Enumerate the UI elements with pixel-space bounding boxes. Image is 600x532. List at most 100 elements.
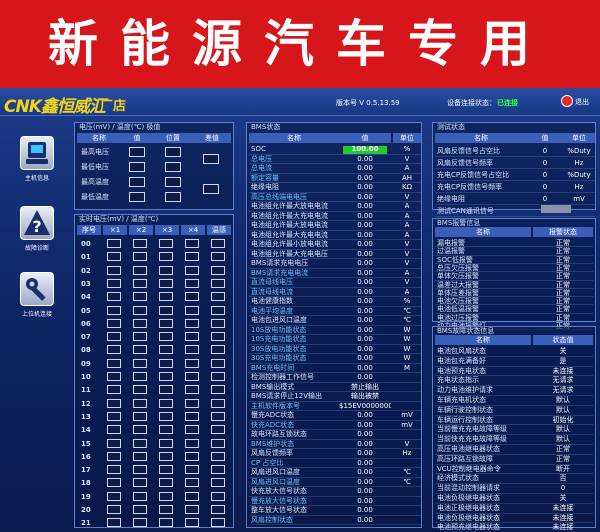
cell-row-index: 13 <box>81 412 91 421</box>
cell-value-field <box>107 518 121 528</box>
test-row-value: 0 <box>542 159 548 167</box>
bms-row-value: 0.00 <box>357 259 373 267</box>
cell-value-field <box>159 478 173 488</box>
cell-value-field <box>159 278 173 288</box>
cell-value-field <box>211 478 225 488</box>
cell-value-field <box>107 438 121 448</box>
cell-value-field <box>133 252 147 262</box>
cell-row-index: 12 <box>81 399 91 408</box>
bms-row-name: 电池组允许最大充电电压 <box>251 249 328 258</box>
alarm-col-header: 名称 <box>435 227 531 237</box>
extremes-row-label: 最低温度 <box>81 193 109 201</box>
bms-row-unit <box>393 402 421 412</box>
side-nav: 主机信息 ? 故障诊断 上位机连接 <box>0 116 70 532</box>
bms-row-name: 快充ADC状态 <box>251 420 295 429</box>
bms-row-name: 电池包进风口温度 <box>251 316 307 324</box>
bms-row-unit <box>393 430 421 440</box>
fault-row-value: 关 <box>559 347 567 355</box>
bms-row-name: 高压总线端电电压 <box>251 192 307 201</box>
cell-value-field <box>133 451 147 461</box>
bms-row-value: 0.00 <box>357 506 373 514</box>
cell-row-index: 06 <box>81 319 91 328</box>
value-field <box>129 177 145 187</box>
cell-value-field <box>107 318 121 328</box>
bms-row-unit: AH <box>401 173 413 182</box>
cell-value-field <box>211 505 225 514</box>
cell-row-index: 21 <box>81 519 91 528</box>
cell-value-field <box>185 425 199 435</box>
cell-value-field <box>211 278 225 288</box>
bms-row-name: 慢充ADC状态 <box>251 411 295 419</box>
bms-row-name: 风扇反馈频率 <box>251 449 293 457</box>
version-label: 版本号 V 0.5.13.59 <box>336 99 400 107</box>
test-row-unit: %Duty <box>567 171 591 179</box>
cell-value-field <box>133 372 147 381</box>
bms-row-value: 0.00 <box>357 515 373 524</box>
cell-value-field <box>211 425 225 435</box>
cell-value-field <box>185 491 199 501</box>
bms-row-value: 0.00 <box>357 268 373 277</box>
fault-row-name: 高压环路互锁故障 <box>437 454 493 463</box>
fault-row-name: 电池包充满备好 <box>437 356 486 365</box>
brand-logo: CNK鑫恒威汇 厂店 <box>4 92 194 117</box>
logo-text: CNK鑫恒威汇 <box>4 97 106 117</box>
cell-value-field <box>211 411 225 421</box>
cell-value-field <box>133 491 147 501</box>
bms-row-name: 检测控制器工作信号 <box>251 373 314 381</box>
app-window: CNK鑫恒威汇 厂店 版本号 V 0.5.13.59 设备连接状态： 已连接 退… <box>0 88 600 532</box>
cell-value-field <box>159 372 173 381</box>
cell-row-index: 20 <box>81 506 91 514</box>
bms-row-value: 0.00 <box>357 173 373 182</box>
nav-host-info[interactable]: 主机信息 <box>12 136 62 182</box>
bms-row-name: 故电环路互锁状态 <box>251 430 307 438</box>
bms-row-name: 电池组允许最大放电电流 <box>251 202 328 210</box>
value-field <box>129 162 145 172</box>
wrench-icon <box>20 272 54 306</box>
connection-label: 设备连接状态： <box>447 99 496 107</box>
cell-row-index: 01 <box>81 253 91 262</box>
bms-row-name: 额定容量 <box>251 173 279 182</box>
nav-pc-connect[interactable]: 上位机连接 <box>12 272 62 318</box>
cell-value-field <box>185 332 199 342</box>
cell-value-field <box>211 438 225 448</box>
cell-value-field <box>185 505 199 514</box>
alarm-row-name: 电池过压报警 <box>437 313 479 322</box>
cell-row-index: 18 <box>81 479 91 488</box>
bms-row-value: 禁止输出 <box>351 382 379 391</box>
svg-text:?: ? <box>32 217 41 236</box>
fault-row-name: 电池预充电状态 <box>437 366 486 375</box>
bms-row-unit: A <box>404 287 410 296</box>
fault-row-name: 当前快充充电故障等级 <box>437 435 507 444</box>
fault-row-value: 断开 <box>556 464 570 473</box>
cell-value-field <box>159 332 173 342</box>
bms-alarm-panel: BMS报警信息 名称 报警状态 漏电报警 正常 过温报警 正常 SOC低报警 正常 总压欠压报警… <box>432 218 596 331</box>
bms-row-value: 0.00 <box>357 487 373 495</box>
cell-row-index: 10 <box>81 373 91 381</box>
cell-value-field <box>211 305 225 315</box>
bms-row-value: 0.00 <box>357 420 373 429</box>
cell-value-field <box>159 411 173 421</box>
fault-row-value: 正常 <box>556 454 570 463</box>
cell-value-field <box>133 292 147 302</box>
cell-value-field <box>185 465 199 475</box>
cell-value-field <box>107 465 121 475</box>
bms-row-value: 0.00 <box>357 192 373 201</box>
fault-row-value: 是 <box>559 356 567 365</box>
cell-value-field <box>211 451 225 461</box>
cell-value-field <box>185 358 199 368</box>
cell-row-index: 03 <box>81 279 91 288</box>
cell-value-field <box>107 265 121 275</box>
bms-row-name: 风扇控制状态 <box>251 515 293 524</box>
question-icon: ? <box>20 206 54 240</box>
bms-row-value: 100.00 <box>343 145 387 154</box>
cell-value-field <box>107 372 121 381</box>
cell-value-field <box>185 252 199 262</box>
nav-fault-diagnosis[interactable]: ? 故障诊断 <box>12 206 62 252</box>
bms-row-value: 0.00 <box>357 373 373 381</box>
bms-col-header: 名称 <box>249 133 339 143</box>
position-field <box>165 147 181 157</box>
exit-button[interactable]: 退出 <box>561 94 597 112</box>
cell-value-field <box>133 465 147 475</box>
bms-row-value: 0.00 <box>357 477 373 486</box>
exit-label: 退出 <box>575 98 589 106</box>
